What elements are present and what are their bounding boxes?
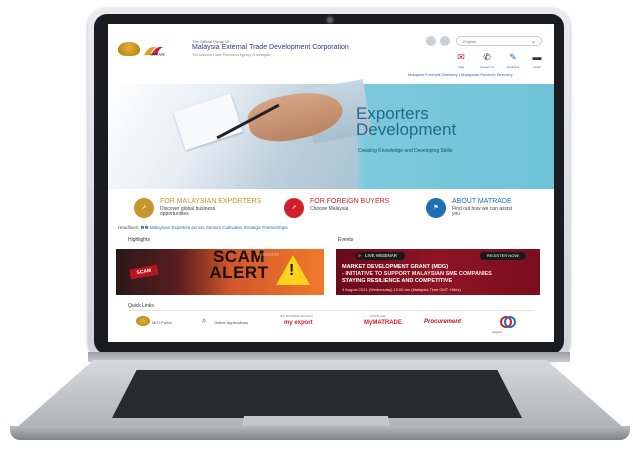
language-select-value: English <box>463 39 477 44</box>
hero-title-line2: Development <box>356 120 457 139</box>
keyboard-icon[interactable]: ▬ <box>528 51 546 65</box>
language-select[interactable]: English ⌄ <box>456 36 542 46</box>
category-exporters-title[interactable]: FOR MALAYSIAN EXPORTERS <box>160 198 261 205</box>
assist-label[interactable]: Assist <box>526 65 548 69</box>
mail-icon[interactable]: ✎ <box>504 51 522 65</box>
category-exporters-desc-line2: opportunities <box>160 211 189 217</box>
chevron-down-icon: ⌄ <box>530 39 536 45</box>
events-title: Events <box>338 237 354 243</box>
scam-alert-line2: ALERT <box>209 263 269 282</box>
procurement-link[interactable]: Procurement <box>424 314 479 330</box>
warning-exclamation: ! <box>289 262 295 279</box>
category-exporters-desc: Discover global business opportunities <box>160 207 215 217</box>
category-about-desc-line1: Find out how we can assist <box>452 206 513 212</box>
buyers-icon[interactable]: ➚ <box>284 198 304 218</box>
category-about-desc-line2: you <box>452 211 461 217</box>
event-line1: MARKET DEVELOPMENT GRANT (MDG) <box>342 264 449 270</box>
online-applications-link[interactable]: Online Applications <box>214 320 248 325</box>
category-about-desc: Find out how we can assist you <box>452 207 512 217</box>
chat-label[interactable]: Chat <box>450 65 472 69</box>
miti-crest-icon[interactable] <box>136 316 150 326</box>
directory-links[interactable]: Malaysia Products Directory | Malaysian … <box>408 72 513 77</box>
category-buyers-desc: Choose Malaysia <box>310 207 348 212</box>
event-date: 4 August 2021 (Wednesday) 10:00 am (Mala… <box>342 287 461 292</box>
play-icon: ▶ <box>358 253 362 259</box>
category-about-title[interactable]: ABOUT MATRADE <box>452 198 512 205</box>
carousel-dots[interactable]: ○○○○○○○ <box>258 252 279 258</box>
integrity-logo-icon[interactable] <box>500 314 516 330</box>
headline-text[interactable]: Malaysian Expertise across Sectors Culti… <box>150 225 288 230</box>
quick-links-title: Quick Links <box>128 303 154 309</box>
mouse-icon[interactable]: ⌕ <box>202 316 206 326</box>
mymatrade-link[interactable]: MyMATRADE <box>364 318 414 328</box>
font-size-toggle-icon[interactable] <box>426 36 436 46</box>
screen: MATRADE The Official Portal Of Malaysia … <box>108 24 554 342</box>
matrade-logo[interactable]: MATRADE <box>143 42 165 56</box>
coat-of-arms-logo[interactable] <box>118 42 140 56</box>
org-name: Malaysia External Trade Development Corp… <box>192 44 349 51</box>
pause-play-icon[interactable]: ❶❷ <box>141 225 150 230</box>
myexport-link[interactable]: my export <box>284 318 324 328</box>
miti-portal-link[interactable]: MITI Portal <box>152 320 172 325</box>
event-line2: - INITIATIVE TO SUPPORT MALAYSIAN SME CO… <box>342 271 492 277</box>
svg-text:MATRADE: MATRADE <box>150 53 165 57</box>
contrast-toggle-icon[interactable] <box>440 36 450 46</box>
highlights-title: Highlights <box>128 237 150 243</box>
phone-icon[interactable]: ✆ <box>478 51 496 65</box>
chat-icon[interactable]: ✉ <box>452 51 470 65</box>
hero-title: Exporters Development <box>356 105 457 139</box>
webcam <box>327 17 333 23</box>
feedback-label[interactable]: Feedback <box>502 65 524 69</box>
laptop-base-edge <box>10 426 630 440</box>
exporters-icon[interactable]: ➚ <box>134 198 154 218</box>
category-buyers-desc-line1: Choose Malaysia <box>310 206 349 212</box>
org-subtitle: The National Trade Promotion Agency of M… <box>192 53 270 57</box>
keyboard <box>112 370 522 418</box>
contact-label[interactable]: Contact Us <box>476 65 498 69</box>
headlines-ticker[interactable]: Headlines: ❶❷ Malaysian Expertise across… <box>118 225 288 231</box>
integrity-label: Integrity <box>492 330 502 334</box>
headlines-label: Headlines: <box>118 225 140 230</box>
hero-subtitle: Creating Knowledge and Developing Skills <box>358 148 453 154</box>
register-now-badge[interactable]: REGISTER NOW! <box>480 252 526 260</box>
quick-links-divider <box>128 310 534 311</box>
category-buyers-title[interactable]: FOR FOREIGN BUYERS <box>310 198 389 205</box>
live-webinar-badge: LIVE WEBINAR <box>355 252 405 260</box>
about-icon[interactable]: ⚑ <box>426 198 446 218</box>
event-line3: STAYING RESILIENCE AND COMPETITIVE <box>342 278 453 284</box>
